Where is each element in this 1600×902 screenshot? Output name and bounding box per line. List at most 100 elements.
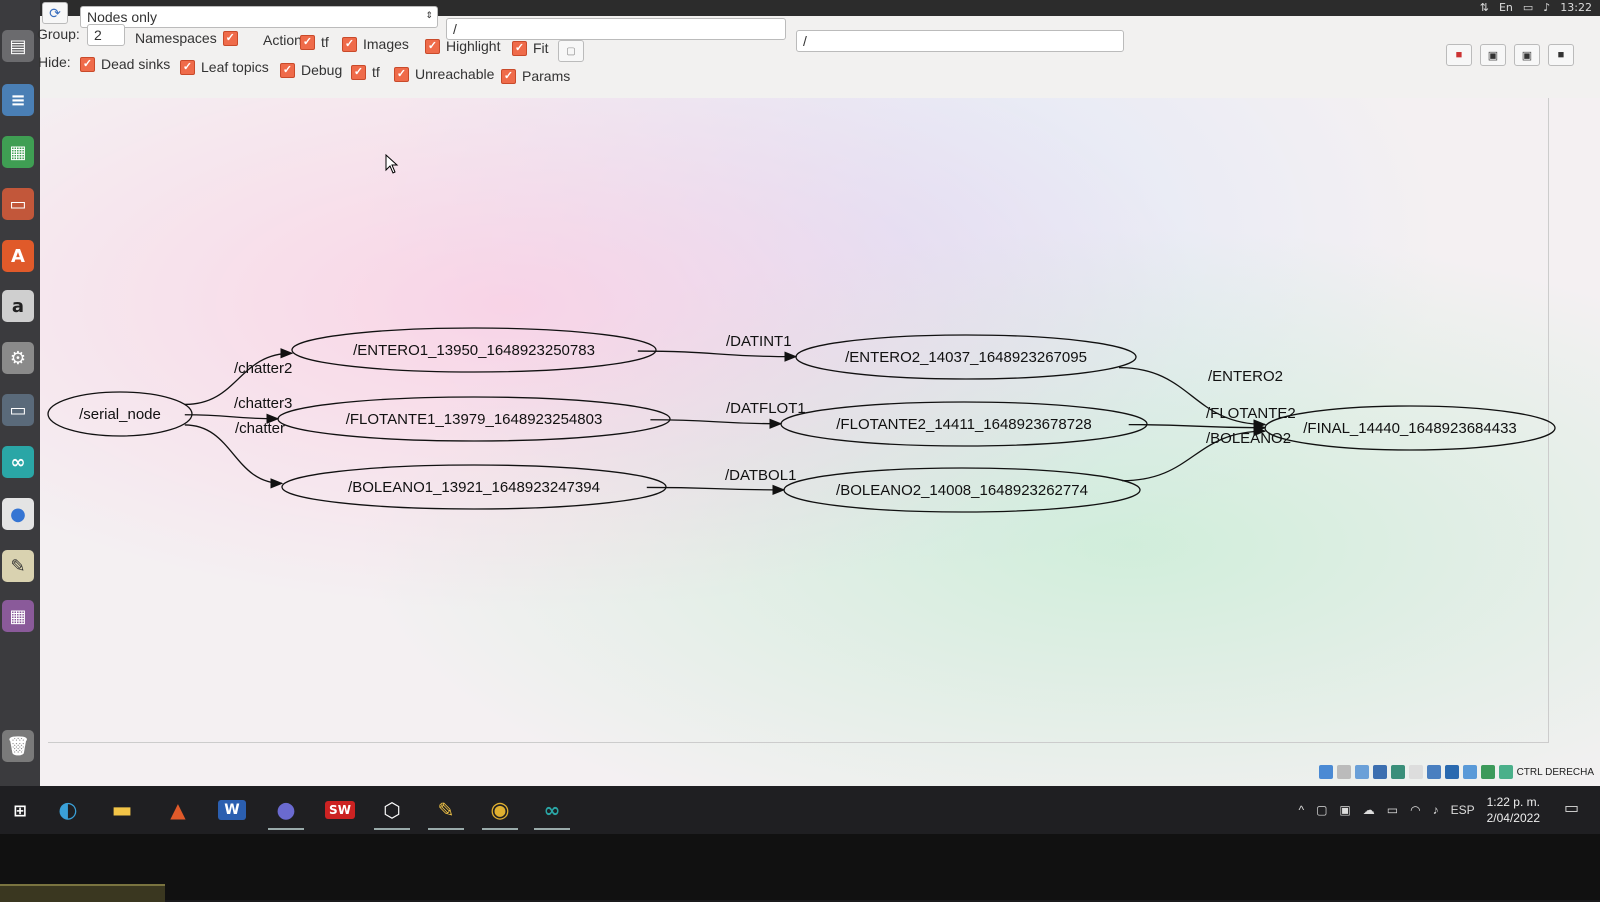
- save-image-button[interactable]: ■: [1548, 44, 1574, 66]
- launcher-editor-icon[interactable]: ✎: [2, 550, 34, 582]
- edge-flotante2-final[interactable]: [1128, 422, 1267, 433]
- launcher-impress-icon[interactable]: ▭: [2, 188, 34, 220]
- launcher-amazon-icon[interactable]: a: [2, 290, 34, 322]
- launcher-terminal-icon[interactable]: ▭: [2, 394, 34, 426]
- network-icon[interactable]: ⇅: [1480, 1, 1489, 14]
- node-flotante1[interactable]: /FLOTANTE1_13979_1648923254803: [277, 396, 671, 442]
- edge-label-datflot1[interactable]: /DATFLOT1: [726, 400, 806, 417]
- vm-status-bar: CTRL DERECHA: [1318, 760, 1600, 784]
- edge-label-datbol1[interactable]: /DATBOL1: [725, 467, 796, 484]
- launcher-chrome-icon[interactable]: ●: [2, 498, 34, 530]
- debug-checkbox[interactable]: ✓ Debug: [280, 62, 342, 78]
- checkmark-icon: ✓: [501, 68, 516, 84]
- namespaces-checkbox[interactable]: Namespaces ✓: [135, 30, 238, 46]
- guest-additions-icon[interactable]: [1480, 765, 1495, 779]
- chevron-up-icon[interactable]: ^: [1298, 803, 1304, 817]
- taskbar-matlab[interactable]: ▲: [158, 792, 198, 828]
- node-entero2[interactable]: /ENTERO2_14037_1648923267095: [795, 334, 1137, 380]
- top-clock[interactable]: 13:22: [1560, 1, 1592, 14]
- launcher-files-icon[interactable]: ▤: [2, 30, 34, 62]
- start-button[interactable]: ⊞: [0, 792, 40, 828]
- node-boleano1[interactable]: /BOLEANO1_13921_1648923247394: [281, 464, 667, 510]
- usb-icon[interactable]: [1390, 765, 1405, 779]
- group-spinbox[interactable]: 2: [87, 24, 125, 46]
- edge-label-datint1[interactable]: /DATINT1: [726, 333, 792, 350]
- taskbar-file-explorer[interactable]: ▬: [102, 792, 142, 828]
- keyboard-layout-indicator[interactable]: En: [1499, 1, 1513, 14]
- edge-label-chatter2[interactable]: /chatter2: [234, 360, 292, 377]
- save-svg-button[interactable]: ▣: [1514, 44, 1540, 66]
- volume-icon[interactable]: ♪: [1543, 1, 1550, 14]
- onedrive-icon[interactable]: ☁: [1363, 803, 1375, 817]
- battery-icon[interactable]: ▭: [1523, 1, 1533, 14]
- hdd-icon[interactable]: [1318, 765, 1333, 779]
- shared-folder-icon[interactable]: [1408, 765, 1423, 779]
- speaker-icon[interactable]: ♪: [1433, 803, 1439, 817]
- battery-icon[interactable]: ▭: [1387, 803, 1398, 817]
- params-checkbox[interactable]: ✓ Params: [501, 68, 570, 84]
- dead-sinks-checkbox[interactable]: ✓ Dead sinks: [80, 56, 170, 72]
- tf-checkbox[interactable]: ✓ tf: [300, 34, 329, 50]
- topic-filter-input[interactable]: /: [796, 30, 1124, 52]
- edge-label-boleano2[interactable]: /BOLEANO2: [1206, 430, 1291, 447]
- optical-drive-icon[interactable]: [1336, 765, 1351, 779]
- graph-canvas[interactable]: /chatter2/chatter3/chatter/DATINT1/DATFL…: [40, 98, 1600, 786]
- audio-icon[interactable]: [1354, 765, 1369, 779]
- edge-boleano1-boleano2[interactable]: [646, 484, 786, 496]
- network-adapter-icon[interactable]: [1372, 765, 1387, 779]
- taskbar-chrome[interactable]: ◉: [480, 792, 520, 830]
- wifi-icon[interactable]: ◠: [1410, 803, 1420, 817]
- highlight-checkbox[interactable]: ✓ Highlight: [425, 38, 500, 54]
- mouse-integration-icon[interactable]: [1462, 765, 1477, 779]
- load-dot-button[interactable]: ■: [1446, 44, 1472, 66]
- launcher-software-icon[interactable]: A: [2, 240, 34, 272]
- taskbar-tools[interactable]: ✎: [426, 792, 466, 830]
- keyboard-capture-icon[interactable]: [1498, 765, 1513, 779]
- checkmark-icon: ✓: [394, 66, 409, 82]
- edge-label-flotante2[interactable]: /FLOTANTE2: [1206, 405, 1296, 422]
- edge-label-chatter[interactable]: /chatter: [235, 420, 285, 437]
- checkmark-icon: ✓: [280, 62, 295, 78]
- capture-icon[interactable]: [1444, 765, 1459, 779]
- edge-entero1-entero2[interactable]: [637, 350, 798, 362]
- node-entero1[interactable]: /ENTERO1_13950_1648923250783: [291, 327, 657, 373]
- node-flotante2[interactable]: /FLOTANTE2_14411_1648923678728: [780, 401, 1148, 447]
- launcher-settings-icon[interactable]: ⚙: [2, 342, 34, 374]
- taskbar-arduino[interactable]: ∞: [532, 792, 572, 830]
- edge-label-chatter3[interactable]: /chatter3: [234, 395, 292, 412]
- save-dot-button[interactable]: ▣: [1480, 44, 1506, 66]
- device-icon[interactable]: ▢: [1316, 803, 1327, 817]
- node-label: /BOLEANO2_14008_1648923262774: [836, 482, 1088, 499]
- tf-hide-checkbox[interactable]: ✓ tf: [351, 64, 380, 80]
- edge-serial_node-flotante1[interactable]: [184, 413, 280, 424]
- namespace-filter-input[interactable]: /: [446, 18, 786, 40]
- node-boleano2[interactable]: /BOLEANO2_14008_1648923262774: [783, 467, 1141, 513]
- fit-in-view-button[interactable]: ▢: [558, 40, 584, 62]
- taskbar-solidworks[interactable]: SW: [320, 792, 360, 828]
- debug-label: Debug: [301, 62, 343, 78]
- launcher-calc-icon[interactable]: ▦: [2, 136, 34, 168]
- leaf-topics-checkbox[interactable]: ✓ Leaf topics: [180, 59, 269, 75]
- unreachable-checkbox[interactable]: ✓ Unreachable: [394, 66, 494, 82]
- launcher-arduino-icon[interactable]: ∞: [2, 446, 34, 478]
- language-indicator[interactable]: ESP: [1451, 803, 1475, 817]
- edge-label-entero2[interactable]: /ENTERO2: [1208, 368, 1283, 385]
- launcher-workspaces-icon[interactable]: ▦: [2, 600, 34, 632]
- node-final[interactable]: /FINAL_14440_1648923684433: [1264, 405, 1556, 451]
- display-share-icon[interactable]: ▣: [1339, 803, 1350, 817]
- node-serial_node[interactable]: /serial_node: [47, 391, 193, 437]
- taskbar-edge[interactable]: ◐: [48, 792, 88, 828]
- taskbar-word[interactable]: W: [212, 792, 252, 828]
- view-mode-select[interactable]: Nodes only ⇕: [80, 6, 438, 28]
- taskbar-teams[interactable]: ●: [266, 792, 306, 830]
- fit-checkbox[interactable]: ✓ Fit: [512, 40, 549, 56]
- taskbar-clock[interactable]: 1:22 p. m. 2/04/2022: [1487, 794, 1540, 826]
- taskbar-3d-app[interactable]: ⬡: [372, 792, 412, 830]
- launcher-trash-icon[interactable]: 🗑: [2, 730, 34, 762]
- notification-center-button[interactable]: ▭: [1564, 798, 1584, 818]
- refresh-button[interactable]: ⟳: [42, 2, 68, 24]
- display-icon[interactable]: [1426, 765, 1441, 779]
- launcher-writer-icon[interactable]: ≡: [2, 84, 34, 116]
- group-value: 2: [94, 27, 102, 43]
- images-checkbox[interactable]: ✓ Images: [342, 36, 409, 52]
